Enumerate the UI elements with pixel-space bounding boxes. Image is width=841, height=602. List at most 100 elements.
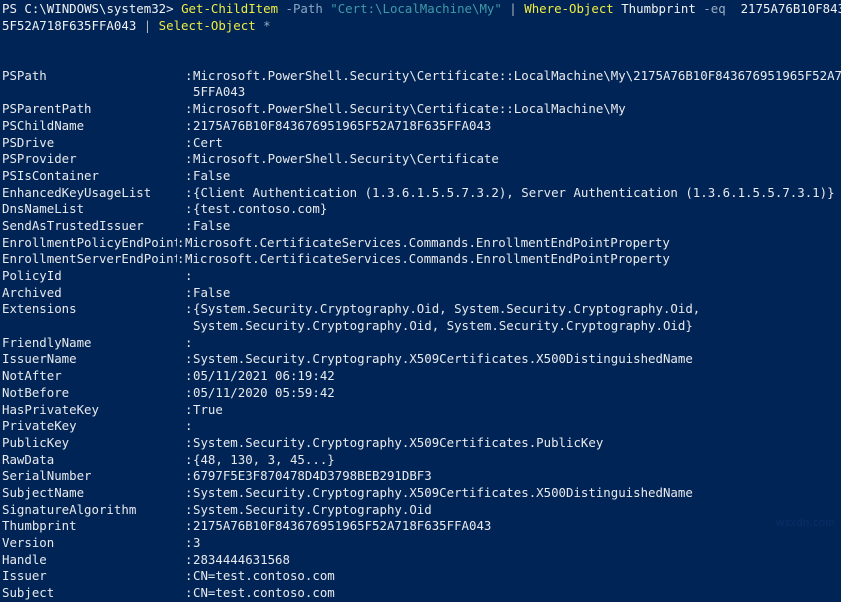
property-name: SubjectName xyxy=(2,484,85,500)
property-name: EnrollmentPolicyEndPoint xyxy=(2,234,177,250)
property-name: PSParentPath xyxy=(2,101,92,117)
property-name: Subject xyxy=(2,585,55,601)
property-separator: : xyxy=(185,368,193,384)
property-row: PSParentPath:Microsoft.PowerShell.Securi… xyxy=(2,101,841,118)
property-name: PolicyId xyxy=(2,268,62,283)
property-separator: : xyxy=(185,434,193,450)
property-separator: : xyxy=(185,167,193,183)
property-row: PSIsContainer:False xyxy=(2,168,841,185)
site-watermark: wsxdn.com xyxy=(776,517,835,529)
string-cert-path: "Cert:\LocalMachine\My" xyxy=(330,1,502,16)
wildcard-asterisk: * xyxy=(255,17,271,33)
property-row: PrivateKey: xyxy=(2,418,841,435)
property-separator: : xyxy=(177,234,185,250)
property-value: Microsoft.CertificateServices.Commands.E… xyxy=(185,251,670,267)
property-separator: : xyxy=(185,501,193,517)
property-name: FriendlyName xyxy=(2,334,92,350)
powershell-console[interactable]: PS C:\WINDOWS\system32> Get-ChildItem -P… xyxy=(0,0,841,600)
property-value: CN=test.contoso.com xyxy=(193,585,335,601)
property-separator: : xyxy=(185,117,193,133)
property-row: PSProvider:Microsoft.PowerShell.Security… xyxy=(2,151,841,168)
property-row: SerialNumber:6797F5E3F870478D4D3798BEB29… xyxy=(2,468,841,485)
property-name: IssuerName xyxy=(2,351,77,367)
property-separator: : xyxy=(185,201,193,217)
property-name: SignatureAlgorithm xyxy=(2,501,137,517)
property-separator: : xyxy=(185,217,193,233)
property-row: PSDrive:Cert xyxy=(2,135,841,152)
property-value: System.Security.Cryptography.Oid xyxy=(193,501,432,517)
property-row: Subject:CN=test.contoso.com xyxy=(2,585,841,602)
property-row: Handle:2834444631568 xyxy=(2,552,841,569)
parameter-path: -Path xyxy=(278,1,331,16)
property-separator: : xyxy=(185,568,193,584)
property-name: Handle xyxy=(2,551,47,567)
property-row: Version:3 xyxy=(2,535,841,552)
property-separator: : xyxy=(185,67,193,83)
property-separator: : xyxy=(185,585,193,601)
cmdlet-where-object: Where-Object xyxy=(524,1,614,16)
property-row: HasPrivateKey:True xyxy=(2,402,841,419)
property-value: Microsoft.CertificateServices.Commands.E… xyxy=(185,234,670,250)
command-line-2: 5F52A718F635FFA043 | Select-Object * xyxy=(2,18,841,35)
cmdlet-get-childitem: Get-ChildItem xyxy=(181,1,279,16)
property-row: EnrollmentServerEndPoint:Microsoft.Certi… xyxy=(2,251,841,268)
property-row: SendAsTrustedIssuer:False xyxy=(2,218,841,235)
property-separator: : xyxy=(185,468,193,484)
property-row: SignatureAlgorithm:System.Security.Crypt… xyxy=(2,502,841,519)
property-separator: : xyxy=(185,351,193,367)
property-value: 2834444631568 xyxy=(193,551,290,567)
property-value: False xyxy=(193,167,231,183)
property-name: NotAfter xyxy=(2,368,62,384)
property-row: EnrollmentPolicyEndPoint:Microsoft.Certi… xyxy=(2,235,841,252)
property-value: Microsoft.PowerShell.Security\Certificat… xyxy=(193,151,499,167)
thumbprint-value-part2: 5F52A718F635FFA043 xyxy=(2,17,137,33)
property-name: Extensions xyxy=(2,301,77,317)
property-row: PSChildName:2175A76B10F843676951965F52A7… xyxy=(2,118,841,135)
property-value: System.Security.Cryptography.X509Certifi… xyxy=(193,484,693,500)
property-value: 05/11/2020 05:59:42 xyxy=(193,384,335,400)
property-row: PublicKey:System.Security.Cryptography.X… xyxy=(2,435,841,452)
property-value: {Client Authentication (1.3.6.1.5.5.7.3.… xyxy=(193,184,835,200)
pipe-operator-1: | xyxy=(501,1,525,16)
cmdlet-select-object: Select-Object xyxy=(158,17,256,33)
property-row: Issuer:CN=test.contoso.com xyxy=(2,568,841,585)
property-row: PSPath:Microsoft.PowerShell.Security\Cer… xyxy=(2,68,841,85)
property-name: PrivateKey xyxy=(2,418,77,434)
property-separator: : xyxy=(185,101,193,117)
command-line-1: PS C:\WINDOWS\system32> Get-ChildItem -P… xyxy=(2,1,841,18)
property-row: IssuerName:System.Security.Cryptography.… xyxy=(2,351,841,368)
property-row: Archived:False xyxy=(2,285,841,302)
property-name: PSChildName xyxy=(2,117,85,133)
property-row: NotAfter:05/11/2021 06:19:42 xyxy=(2,368,841,385)
property-row: Thumbprint:2175A76B10F843676951965F52A71… xyxy=(2,518,841,535)
property-value: System.Security.Cryptography.X509Certifi… xyxy=(193,434,604,450)
prompt-path: C:\WINDOWS\system32 xyxy=(24,1,167,16)
property-name: NotBefore xyxy=(2,384,70,400)
property-separator: : xyxy=(185,401,193,417)
property-separator: : xyxy=(185,151,193,167)
property-row: DnsNameList:{test.contoso.com} xyxy=(2,201,841,218)
property-value: Cert xyxy=(193,134,223,150)
property-separator: : xyxy=(185,384,193,400)
property-value: 3 xyxy=(193,535,201,550)
property-value-continuation: System.Security.Cryptography.Oid, System… xyxy=(193,318,693,334)
property-separator: : xyxy=(185,301,193,317)
property-value: 05/11/2021 06:19:42 xyxy=(193,368,335,384)
property-separator: : xyxy=(185,484,193,500)
property-value: System.Security.Cryptography.X509Certifi… xyxy=(193,351,693,367)
property-row: EnhancedKeyUsageList:{Client Authenticat… xyxy=(2,185,841,202)
pipe-operator-2: | xyxy=(136,17,159,33)
property-value: {48, 130, 3, 45...} xyxy=(193,451,335,467)
property-row: PolicyId: xyxy=(2,268,841,285)
property-separator: : xyxy=(185,451,193,467)
property-name: Archived xyxy=(2,284,62,300)
property-separator: : xyxy=(185,334,193,350)
property-name: PSIsContainer xyxy=(2,167,99,183)
property-row: RawData:{48, 130, 3, 45...} xyxy=(2,452,841,469)
property-value: Microsoft.PowerShell.Security\Certificat… xyxy=(193,101,626,117)
property-value: {test.contoso.com} xyxy=(193,201,328,217)
thumbprint-value-part1: 2175A76B10F84367695196 xyxy=(740,1,841,16)
certificate-property-list: PSPath:Microsoft.PowerShell.Security\Cer… xyxy=(2,68,841,602)
operator-eq: -eq xyxy=(695,1,734,16)
